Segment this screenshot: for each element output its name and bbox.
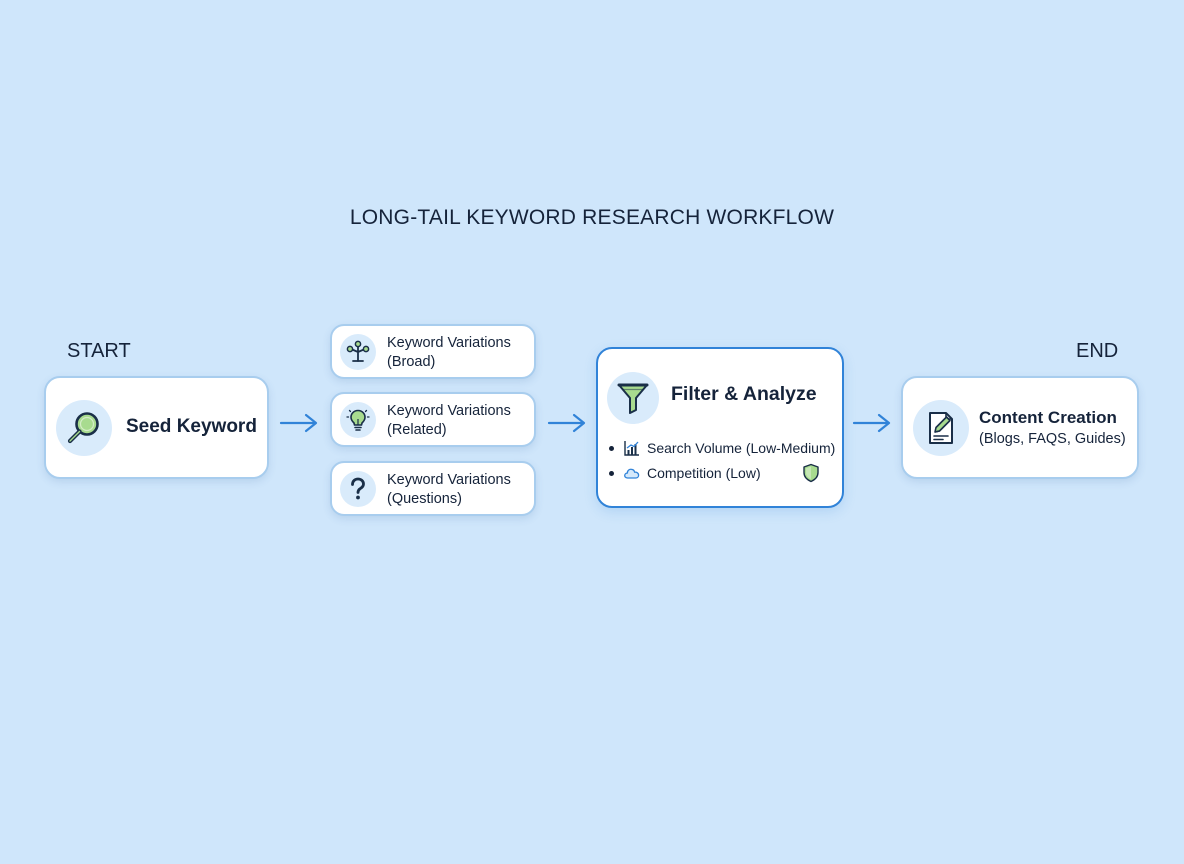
arrow-right-icon (547, 413, 586, 433)
filter-analyze-title: Filter & Analyze (671, 383, 817, 405)
bar-chart-icon (624, 441, 639, 456)
lightbulb-icon (340, 402, 376, 438)
arrow-right-icon (279, 413, 318, 433)
variation-broad-title: Keyword Variations (387, 335, 511, 351)
criteria-competition-text: Competition (Low) (647, 465, 761, 481)
content-creation-title: Content Creation (979, 408, 1117, 427)
variation-related-title: Keyword Variations (387, 403, 511, 419)
document-pen-icon (913, 400, 969, 456)
variation-questions-title: Keyword Variations (387, 472, 511, 488)
end-label: END (1076, 340, 1119, 362)
seed-keyword-node: Seed Keyword (44, 376, 269, 479)
variation-broad-subtitle: (Broad) (387, 353, 436, 370)
seed-keyword-label: Seed Keyword (126, 416, 257, 437)
magnifier-icon (56, 400, 112, 456)
start-label: START (67, 340, 131, 362)
bullet (609, 445, 614, 451)
keyword-variations-questions-node: Keyword Variations (Questions) (330, 461, 536, 516)
arrow-right-icon (852, 413, 891, 433)
question-icon (340, 471, 376, 507)
shield-icon (803, 463, 819, 483)
content-creation-node: Content Creation (Blogs, FAQS, Guides) (901, 376, 1139, 479)
content-creation-subtitle: (Blogs, FAQS, Guides) (979, 431, 1126, 447)
keyword-variations-broad-node: Keyword Variations (Broad) (330, 324, 536, 379)
variation-related-subtitle: (Related) (387, 421, 447, 438)
variation-questions-subtitle: (Questions) (387, 490, 462, 507)
filter-analyze-node: Filter & Analyze Search Volume (Low-Medi… (596, 347, 844, 508)
workflow-title: LONG-TAIL KEYWORD RESEARCH WORKFLOW (349, 206, 835, 229)
criteria-search-volume: Search Volume (Low-Medium) (609, 437, 837, 459)
branch-icon (340, 334, 376, 370)
funnel-icon (607, 372, 659, 424)
bullet (609, 470, 614, 476)
cloud-icon (624, 468, 640, 479)
keyword-variations-related-node: Keyword Variations (Related) (330, 392, 536, 447)
criteria-search-volume-text: Search Volume (Low-Medium) (647, 440, 836, 456)
